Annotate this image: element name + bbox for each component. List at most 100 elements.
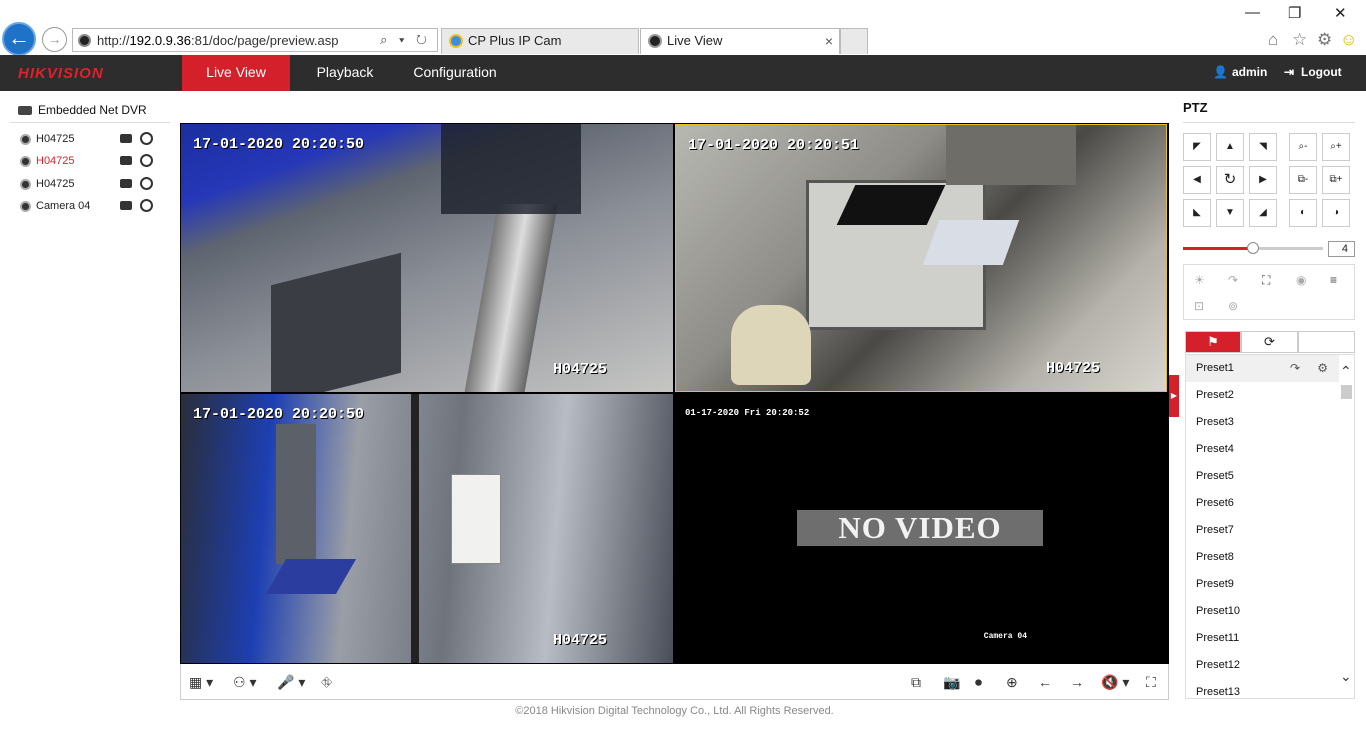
- zoom-out-button[interactable]: ⌕-: [1289, 133, 1317, 161]
- preset-item[interactable]: Preset6: [1186, 490, 1340, 517]
- start-all-live-icon[interactable]: ⛗: [321, 674, 332, 690]
- capture-camera-icon[interactable]: 📷: [943, 674, 960, 690]
- address-bar[interactable]: http://192.0.9.36:81/doc/page/preview.as…: [72, 28, 438, 52]
- search-refresh-icon[interactable]: ⌕ ▾ ↻: [380, 32, 431, 48]
- preset-item[interactable]: Preset7: [1186, 517, 1340, 544]
- auxiliary-focus-icon[interactable]: ⛶: [1262, 273, 1270, 288]
- ptz-up-button[interactable]: ▲: [1216, 133, 1244, 161]
- record-icon[interactable]: ⏺: [975, 674, 982, 690]
- preset-item[interactable]: Preset11: [1186, 625, 1340, 652]
- new-tab-button[interactable]: [840, 28, 868, 54]
- ptz-speed-value: 4: [1328, 241, 1355, 257]
- preset-item[interactable]: Preset3: [1186, 409, 1340, 436]
- record-icon[interactable]: [120, 201, 132, 210]
- logout-icon[interactable]: ⇥: [1284, 65, 1294, 79]
- fullscreen-icon[interactable]: ⛶: [1146, 674, 1156, 690]
- ptz-down-left-button[interactable]: ◣: [1183, 199, 1211, 227]
- preset-scrollbar[interactable]: [1339, 355, 1354, 698]
- video-pane-3[interactable]: 17-01-2020 20:20:50 H04725: [181, 394, 673, 663]
- ptz-control-icon[interactable]: [140, 199, 153, 212]
- home-icon[interactable]: ⌂: [1268, 30, 1278, 50]
- favorites-star-icon[interactable]: ☆: [1292, 30, 1307, 50]
- focus-far-button[interactable]: ⧉+: [1322, 166, 1350, 194]
- preset-item[interactable]: Preset2: [1186, 382, 1340, 409]
- ptz-up-left-button[interactable]: ◤: [1183, 133, 1211, 161]
- record-icon[interactable]: [120, 134, 132, 143]
- ptz-control-icon[interactable]: [140, 177, 153, 190]
- nav-live-view[interactable]: Live View: [182, 55, 290, 91]
- settings-gear-icon[interactable]: ⚙: [1317, 30, 1332, 50]
- address-url[interactable]: http://192.0.9.36:81/doc/page/preview.as…: [97, 33, 338, 48]
- tab-pattern[interactable]: [1298, 331, 1355, 353]
- set-preset-icon[interactable]: ⚙: [1317, 355, 1328, 382]
- forward-button[interactable]: →: [42, 27, 67, 52]
- scrollbar-thumb[interactable]: [1341, 385, 1352, 399]
- iris-open-button[interactable]: ◑: [1322, 199, 1350, 227]
- video-pane-2[interactable]: 17-01-2020 20:20:51 H04725: [675, 124, 1167, 392]
- menu-icon[interactable]: ≡: [1330, 273, 1337, 287]
- nav-playback[interactable]: Playback: [300, 55, 390, 91]
- preset-item[interactable]: Preset13: [1186, 679, 1340, 698]
- digital-zoom-icon[interactable]: ⊕: [1006, 674, 1018, 690]
- lens-init-icon[interactable]: ◉: [1296, 273, 1306, 287]
- tab-presets[interactable]: ⚑: [1185, 331, 1241, 353]
- record-icon[interactable]: [120, 179, 132, 188]
- wiper-icon[interactable]: ↷: [1228, 273, 1238, 287]
- close-window-button[interactable]: ✕: [1334, 4, 1347, 22]
- channel-item[interactable]: H04725: [20, 132, 153, 149]
- close-tab-icon[interactable]: ×: [825, 29, 833, 53]
- volume-mute-icon[interactable]: 🔇 ▾: [1101, 674, 1129, 690]
- ptz-auto-rotate-button[interactable]: ↻: [1216, 166, 1244, 194]
- record-icon[interactable]: [120, 156, 132, 165]
- preset-item[interactable]: Preset9: [1186, 571, 1340, 598]
- pane-timestamp: 17-01-2020 20:20:50: [193, 406, 365, 423]
- focus-near-button[interactable]: ⧉-: [1289, 166, 1317, 194]
- preset-item[interactable]: Preset4: [1186, 436, 1340, 463]
- ptz-menu-icon[interactable]: ⚇ ▾: [233, 674, 256, 690]
- scroll-down-icon[interactable]: ⌄: [1340, 668, 1352, 685]
- logout-link[interactable]: Logout: [1301, 65, 1342, 79]
- tab-label: Live View: [667, 33, 723, 48]
- scroll-up-icon[interactable]: ⌃: [1340, 363, 1352, 380]
- ptz-control-icon[interactable]: [140, 132, 153, 145]
- tab-cp-plus[interactable]: CP Plus IP Cam: [441, 28, 639, 54]
- channel-item[interactable]: Camera 04: [20, 199, 153, 216]
- ptz-speed-handle[interactable]: [1247, 242, 1259, 254]
- call-preset-icon[interactable]: ↷: [1290, 355, 1300, 382]
- window-layout-icon[interactable]: ▦ ▾: [189, 674, 213, 690]
- ptz-control-icon[interactable]: [140, 154, 153, 167]
- collapse-ptz-panel-button[interactable]: ▶: [1169, 375, 1179, 417]
- channel-item-selected[interactable]: H04725: [20, 154, 153, 171]
- stop-all-preview-icon[interactable]: ⧉: [911, 674, 921, 690]
- ptz-down-right-button[interactable]: ◢: [1249, 199, 1277, 227]
- light-icon[interactable]: ☀: [1194, 273, 1205, 287]
- restore-button[interactable]: ❐: [1288, 4, 1301, 22]
- video-pane-1[interactable]: 17-01-2020 20:20:50 H04725: [181, 124, 673, 392]
- video-pane-4[interactable]: 01-17-2020 Fri 20:20:52 NO VIDEO Camera …: [675, 394, 1167, 663]
- ptz-up-right-button[interactable]: ◥: [1249, 133, 1277, 161]
- microphone-icon[interactable]: 🎤 ▾: [277, 674, 305, 690]
- device-tree-root[interactable]: Embedded Net DVR: [18, 103, 147, 117]
- 3d-zoom-icon[interactable]: ⊚: [1228, 299, 1238, 313]
- ptz-down-button[interactable]: ▼: [1216, 199, 1244, 227]
- feedback-smiley-icon[interactable]: ☺: [1340, 30, 1357, 50]
- iris-close-button[interactable]: ◐: [1289, 199, 1317, 227]
- previous-page-icon[interactable]: ←: [1038, 674, 1052, 690]
- preset-item[interactable]: Preset8: [1186, 544, 1340, 571]
- preset-item[interactable]: Preset10: [1186, 598, 1340, 625]
- zoom-in-button[interactable]: ⌕+: [1322, 133, 1350, 161]
- channel-item[interactable]: H04725: [20, 177, 153, 194]
- preset-item[interactable]: Preset1 ↷ ⚙: [1186, 355, 1340, 382]
- preset-item[interactable]: Preset12: [1186, 652, 1340, 679]
- user-icon: 👤: [1213, 65, 1228, 79]
- tab-live-view[interactable]: Live View ×: [640, 28, 840, 54]
- back-button[interactable]: ←: [2, 22, 36, 56]
- nav-configuration[interactable]: Configuration: [405, 55, 505, 91]
- ptz-right-button[interactable]: ▶: [1249, 166, 1277, 194]
- tab-patrols[interactable]: ⟳: [1241, 331, 1298, 353]
- minimize-button[interactable]: —: [1245, 4, 1260, 21]
- preset-item[interactable]: Preset5: [1186, 463, 1340, 490]
- ptz-left-button[interactable]: ◀: [1183, 166, 1211, 194]
- manual-tracking-icon[interactable]: ⊡: [1194, 299, 1204, 313]
- next-page-icon[interactable]: →: [1070, 674, 1084, 690]
